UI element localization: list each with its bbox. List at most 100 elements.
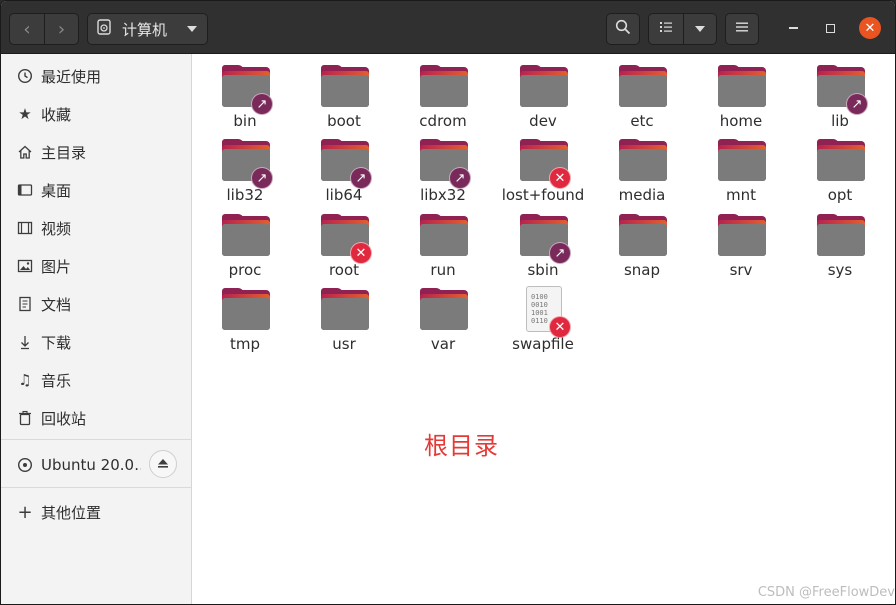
file-name: srv: [729, 261, 753, 279]
sidebar-item-label: 其他位置: [41, 503, 102, 522]
folder-item[interactable]: srv: [695, 207, 787, 279]
sidebar-item-label: 收藏: [41, 105, 72, 124]
file-name: bin: [233, 112, 257, 130]
file-name: cdrom: [419, 112, 467, 130]
sidebar-item-recent[interactable]: 最近使用: [1, 57, 191, 95]
folder-item[interactable]: ↗ sbin: [497, 207, 589, 279]
hamburger-menu-icon: [735, 20, 749, 38]
sidebar-item-device[interactable]: Ubuntu 20.0…: [1, 446, 191, 484]
sidebar-item-label: Ubuntu 20.0…: [41, 456, 141, 474]
folder-item[interactable]: run: [397, 207, 489, 279]
file-name: lib64: [325, 186, 363, 204]
folder-item[interactable]: tmp: [199, 281, 291, 353]
file-name: opt: [827, 186, 853, 204]
sidebar-item-starred[interactable]: ★ 收藏: [1, 95, 191, 133]
sidebar-item-videos[interactable]: 视频: [1, 209, 191, 247]
file-name: etc: [630, 112, 654, 130]
file-name: dev: [529, 112, 557, 130]
search-button[interactable]: [606, 13, 640, 45]
folder-item[interactable]: ✕ lost+found: [497, 132, 589, 204]
folder-item[interactable]: proc: [199, 207, 291, 279]
trash-icon: [17, 410, 33, 426]
folder-icon: [222, 214, 270, 258]
download-icon: [17, 334, 33, 350]
search-icon: [615, 19, 631, 39]
folder-item[interactable]: media: [596, 132, 688, 204]
sidebar-item-trash[interactable]: 回收站: [1, 399, 191, 437]
folder-item[interactable]: home: [695, 58, 787, 130]
sidebar-item-pictures[interactable]: 图片: [1, 247, 191, 285]
sidebar-item-label: 音乐: [41, 371, 72, 390]
file-name: libx32: [420, 186, 466, 204]
folder-item[interactable]: cdrom: [397, 58, 489, 130]
file-name: swapfile: [512, 335, 574, 353]
document-icon: [17, 296, 33, 312]
file-name: usr: [332, 335, 356, 353]
sidebar-item-other-locations[interactable]: + 其他位置: [1, 493, 191, 531]
picture-icon: [17, 258, 33, 274]
list-view-button[interactable]: [649, 14, 683, 44]
forward-button[interactable]: ›: [43, 14, 78, 44]
close-button[interactable]: ✕: [859, 17, 881, 39]
folder-icon: [520, 65, 568, 109]
eject-button[interactable]: [149, 450, 177, 478]
folder-item[interactable]: mnt: [695, 132, 787, 204]
file-manager-window: ‹ › 计算机 ✕ 最近使用 ★ 收藏 主目录 桌面 视频 图片 文档 下载 ♫…: [0, 0, 896, 605]
folder-icon: ↗: [321, 139, 372, 189]
sidebar-item-desktop[interactable]: 桌面: [1, 171, 191, 209]
maximize-button[interactable]: [819, 17, 841, 39]
folder-item[interactable]: ✕ root: [298, 207, 390, 279]
sidebar-item-label: 图片: [41, 257, 72, 276]
minimize-icon: [788, 27, 798, 29]
folder-item[interactable]: dev: [497, 58, 589, 130]
back-button[interactable]: ‹: [10, 14, 44, 44]
folder-item[interactable]: opt: [794, 132, 886, 204]
folder-item[interactable]: ↗ lib64: [298, 132, 390, 204]
folder-icon: [420, 288, 468, 332]
main-menu-button[interactable]: [725, 13, 759, 45]
file-name: lib32: [226, 186, 264, 204]
folder-item[interactable]: boot: [298, 58, 390, 130]
sidebar-item-label: 主目录: [41, 143, 87, 162]
list-view-icon: [658, 19, 674, 39]
folder-item[interactable]: etc: [596, 58, 688, 130]
chevron-left-icon: ‹: [23, 18, 31, 40]
sidebar-item-label: 回收站: [41, 409, 87, 428]
view-menu-button[interactable]: [682, 14, 717, 44]
sidebar-item-documents[interactable]: 文档: [1, 285, 191, 323]
folder-item[interactable]: snap: [596, 207, 688, 279]
folder-icon: ↗: [520, 214, 571, 264]
history-nav: ‹ ›: [9, 13, 79, 45]
folder-item[interactable]: ↗ bin: [199, 58, 291, 130]
folder-item[interactable]: ↗ libx32: [397, 132, 489, 204]
minimize-button[interactable]: [782, 17, 804, 39]
binary-file-icon: 0100 0010 1001 0110 ✕: [520, 286, 571, 338]
folder-icon: [321, 65, 369, 109]
folder-item[interactable]: usr: [298, 281, 390, 353]
folder-item[interactable]: var: [397, 281, 489, 353]
folder-icon: [420, 65, 468, 109]
folder-item[interactable]: ↗ lib32: [199, 132, 291, 204]
folder-icon: [420, 214, 468, 258]
file-name: lib: [831, 112, 849, 130]
video-icon: [17, 220, 33, 236]
sidebar-item-home[interactable]: 主目录: [1, 133, 191, 171]
root-directory-annotation: 根目录: [424, 432, 499, 460]
folder-item[interactable]: sys: [794, 207, 886, 279]
file-item[interactable]: 0100 0010 1001 0110 ✕ swapfile: [497, 281, 589, 353]
disc-icon: [17, 457, 33, 473]
folder-icon: ↗: [222, 65, 273, 115]
sidebar-item-downloads[interactable]: 下载: [1, 323, 191, 361]
sidebar-item-music[interactable]: ♫ 音乐: [1, 361, 191, 399]
file-name: media: [618, 186, 666, 204]
folder-icon: [321, 288, 369, 332]
clock-icon: [17, 68, 33, 84]
sidebar-divider: [1, 487, 191, 488]
folder-icon: [619, 214, 667, 258]
folder-item[interactable]: ↗ lib: [794, 58, 886, 130]
file-name: root: [328, 261, 360, 279]
folder-icon: [718, 214, 766, 258]
folder-icon: [619, 139, 667, 183]
sidebar-item-label: 桌面: [41, 181, 72, 200]
location-path-button[interactable]: 计算机: [87, 13, 208, 45]
